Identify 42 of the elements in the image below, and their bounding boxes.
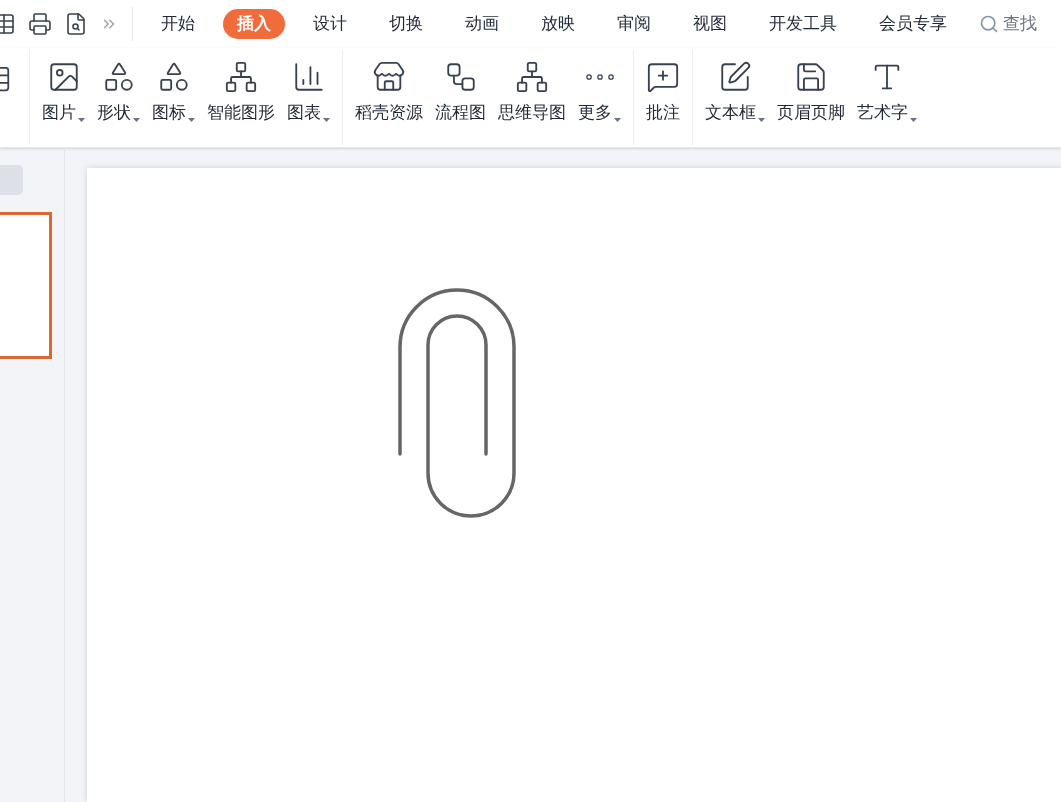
search-field[interactable]: 查找	[979, 11, 1037, 37]
ribbon-tab[interactable]: 设计	[297, 9, 363, 39]
caret-icon	[758, 117, 765, 122]
mindmap-icon	[515, 60, 549, 94]
caret-icon	[188, 117, 195, 122]
ribbon-button[interactable]: 图标	[146, 50, 201, 126]
ribbon-button[interactable]: 页眉页脚	[771, 50, 851, 126]
ribbon-tab[interactable]: 会员专享	[863, 9, 963, 39]
caret-icon	[323, 117, 330, 122]
ribbon-tab[interactable]: 视图	[677, 9, 743, 39]
print-icon[interactable]	[28, 12, 52, 36]
ribbon-button[interactable]: 智能图形	[201, 50, 281, 126]
caret-icon	[614, 117, 621, 122]
ribbon-tab[interactable]: 切换	[373, 9, 439, 39]
store-icon	[372, 60, 406, 94]
caret-icon	[133, 117, 140, 122]
ribbon-tab[interactable]: 开发工具	[753, 9, 853, 39]
caret-icon	[78, 117, 85, 122]
ribbon-button[interactable]: 艺术字	[851, 50, 923, 126]
ribbon-tab[interactable]: 放映	[525, 9, 591, 39]
slide-thumbnail[interactable]	[0, 212, 52, 359]
ribbon-button[interactable]: 思维导图	[492, 50, 572, 126]
ribbon-button[interactable]: 文本框	[699, 50, 771, 126]
ribbon-button[interactable]: 图表	[281, 50, 336, 126]
ribbon-button[interactable]: 形状	[91, 50, 146, 126]
comment-icon	[646, 60, 680, 94]
ribbon-button[interactable]: 更多	[572, 50, 627, 126]
diagram-icon	[224, 60, 258, 94]
ribbon-button[interactable]: 批注	[640, 50, 686, 126]
search-placeholder: 查找	[1003, 13, 1037, 36]
print-preview-icon[interactable]	[64, 12, 88, 36]
ribbon-button[interactable]: 流程图	[429, 50, 492, 126]
page-icon	[794, 60, 828, 94]
ribbon-tab[interactable]: 审阅	[601, 9, 667, 39]
ribbon-tab[interactable]: 开始	[145, 9, 211, 39]
caret-icon	[910, 117, 917, 122]
search-icon	[979, 14, 999, 34]
text-box-icon	[718, 60, 752, 94]
ribbon-button[interactable]: 图片	[36, 50, 91, 126]
ribbon-button[interactable]: 稻壳资源	[349, 50, 429, 126]
more-icon	[585, 74, 614, 80]
ribbon-tab[interactable]: 动画	[449, 9, 515, 39]
